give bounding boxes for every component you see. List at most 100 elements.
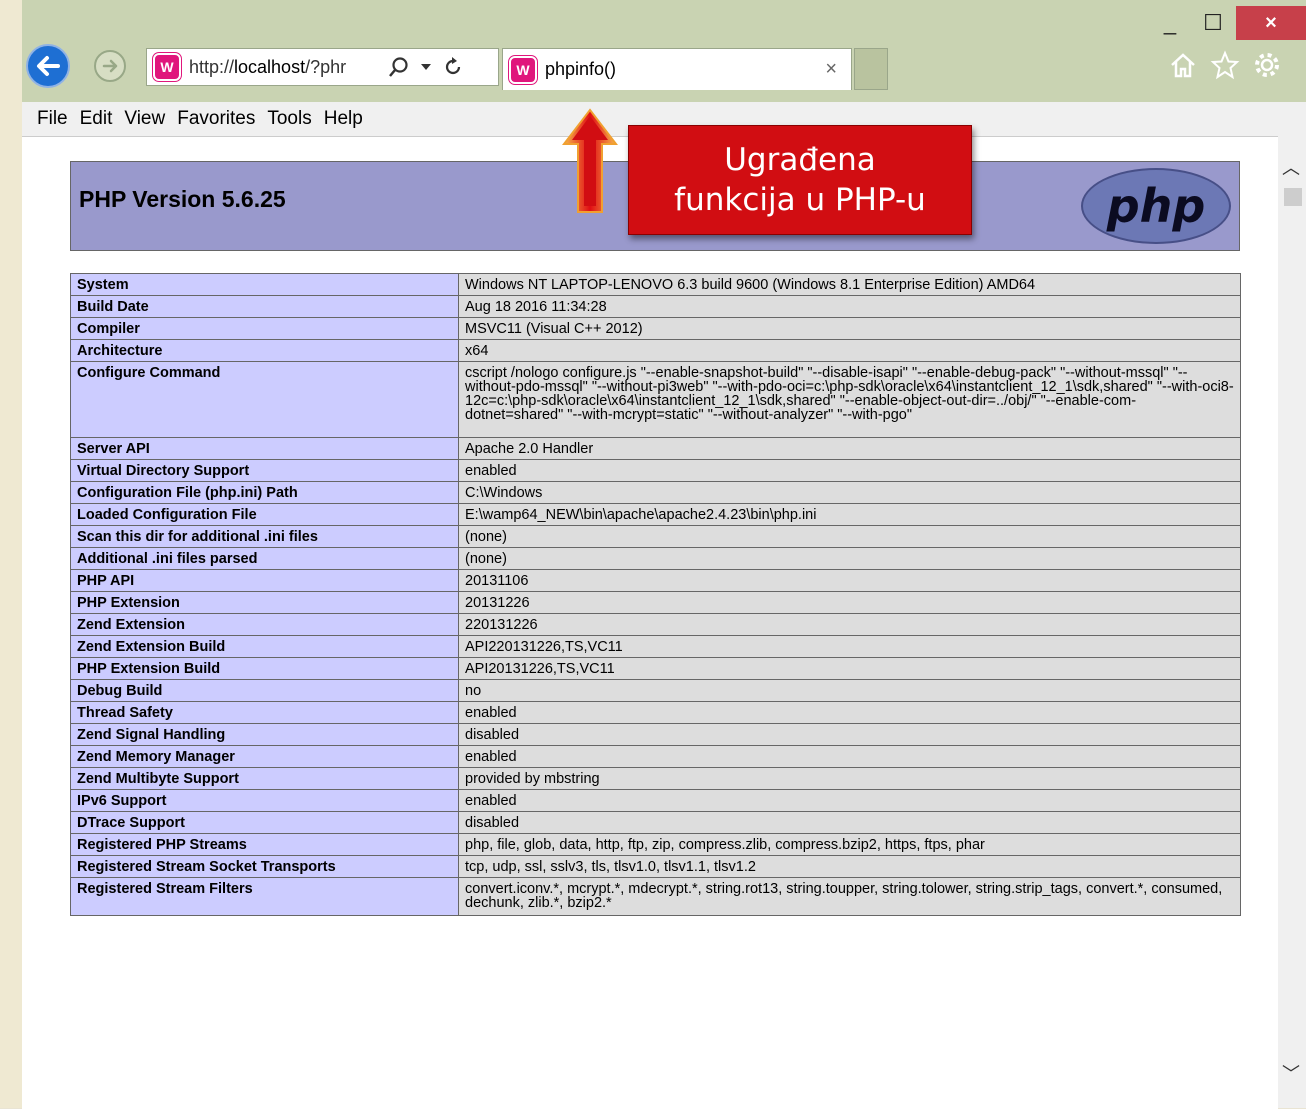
table-row: PHP API 20131106 <box>70 569 1241 592</box>
row-key: Build Date <box>70 295 459 318</box>
table-row: Configure Command cscript /nologo configu… <box>70 361 1241 438</box>
table-row: Debug Build no <box>70 679 1241 702</box>
phpinfo-table: System Windows NT LAPTOP-LENOVO 6.3 build… <box>70 273 1241 916</box>
row-value: (none) <box>458 547 1241 570</box>
row-value: 220131226 <box>458 613 1241 636</box>
scroll-up-icon[interactable]: ︿ <box>1282 154 1300 180</box>
row-key: Virtual Directory Support <box>70 459 459 482</box>
row-value: disabled <box>458 811 1241 834</box>
row-key: Zend Signal Handling <box>70 723 459 746</box>
php-logo: php <box>1081 168 1231 244</box>
scroll-thumb[interactable] <box>1284 188 1302 206</box>
row-key: Zend Extension <box>70 613 459 636</box>
row-value: php, file, glob, data, http, ftp, zip, c… <box>458 833 1241 856</box>
row-key: System <box>70 273 459 296</box>
row-key: DTrace Support <box>70 811 459 834</box>
row-value: enabled <box>458 459 1241 482</box>
forward-arrow-icon <box>102 59 118 73</box>
row-value: disabled <box>458 723 1241 746</box>
table-row: Compiler MSVC11 (Visual C++ 2012) <box>70 317 1241 340</box>
address-url[interactable]: http://localhost/?phr <box>189 57 382 78</box>
table-row: Zend Multibyte Support provided by mbstri… <box>70 767 1241 790</box>
tab-title: phpinfo() <box>545 59 617 79</box>
table-row: Zend Signal Handling disabled <box>70 723 1241 746</box>
menu-tools[interactable]: Tools <box>267 108 311 130</box>
row-key: Configure Command <box>70 361 459 438</box>
annotation-arrow-icon <box>562 108 618 213</box>
table-row: Configuration File (php.ini) Path C:\Wind… <box>70 481 1241 504</box>
table-row: Architecture x64 <box>70 339 1241 362</box>
row-value: (none) <box>458 525 1241 548</box>
row-value: tcp, udp, ssl, sslv3, tls, tlsv1.0, tlsv… <box>458 855 1241 878</box>
search-icon[interactable] <box>388 56 410 78</box>
title-bar: _ ☐ × W http://localhost/?phr W phpinfo(… <box>22 0 1306 102</box>
row-key: Registered Stream Filters <box>70 877 459 916</box>
vertical-scrollbar[interactable]: ︿ ﹀ <box>1278 136 1306 1108</box>
table-row: Zend Extension Build API220131226,TS,VC11 <box>70 635 1241 658</box>
menu-favorites[interactable]: Favorites <box>177 108 255 130</box>
row-key: Registered PHP Streams <box>70 833 459 856</box>
menu-edit[interactable]: Edit <box>80 108 113 130</box>
row-value: no <box>458 679 1241 702</box>
close-window-button[interactable]: × <box>1236 6 1306 40</box>
table-row: Registered Stream Socket Transports tcp, … <box>70 855 1241 878</box>
table-row: IPv6 Support enabled <box>70 789 1241 812</box>
table-row: Zend Extension 220131226 <box>70 613 1241 636</box>
row-value: C:\Windows <box>458 481 1241 504</box>
address-bar[interactable]: W http://localhost/?phr <box>146 48 499 86</box>
row-key: IPv6 Support <box>70 789 459 812</box>
table-row: Thread Safety enabled <box>70 701 1241 724</box>
row-key: Zend Memory Manager <box>70 745 459 768</box>
desktop-left-strip <box>0 0 23 1108</box>
table-row: PHP Extension 20131226 <box>70 591 1241 614</box>
wamp-favicon-icon: W <box>509 55 537 84</box>
table-row: Additional .ini files parsed (none) <box>70 547 1241 570</box>
row-key: Compiler <box>70 317 459 340</box>
menu-view[interactable]: View <box>124 108 165 130</box>
wamp-favicon-icon: W <box>153 53 181 81</box>
table-row: Registered PHP Streams php, file, glob, d… <box>70 833 1241 856</box>
dropdown-arrow-icon[interactable] <box>420 62 432 72</box>
row-value: E:\wamp64_NEW\bin\apache\apache2.4.23\bi… <box>458 503 1241 526</box>
new-tab-button[interactable] <box>854 48 888 90</box>
row-value: Apache 2.0 Handler <box>458 437 1241 460</box>
row-key: Configuration File (php.ini) Path <box>70 481 459 504</box>
close-tab-icon[interactable]: × <box>825 58 837 81</box>
row-value: cscript /nologo configure.js "--enable-s… <box>458 361 1241 438</box>
minimize-button[interactable]: _ <box>1150 6 1190 40</box>
tab-phpinfo[interactable]: W phpinfo() × <box>502 48 852 90</box>
annotation-line-1: Ugrađena <box>724 142 876 178</box>
maximize-button[interactable]: ☐ <box>1190 6 1236 40</box>
row-key: PHP Extension Build <box>70 657 459 680</box>
row-value: API220131226,TS,VC11 <box>458 635 1241 658</box>
table-row: PHP Extension Build API20131226,TS,VC11 <box>70 657 1241 680</box>
row-value: convert.iconv.*, mcrypt.*, mdecrypt.*, s… <box>458 877 1241 916</box>
forward-button[interactable] <box>94 50 126 82</box>
table-row: Registered Stream Filters convert.iconv.*… <box>70 877 1241 916</box>
page-title: PHP Version 5.6.25 <box>79 186 286 212</box>
table-row: DTrace Support disabled <box>70 811 1241 834</box>
table-row: Build Date Aug 18 2016 11:34:28 <box>70 295 1241 318</box>
row-value: provided by mbstring <box>458 767 1241 790</box>
table-row: Scan this dir for additional .ini files(… <box>70 525 1241 548</box>
row-key: Server API <box>70 437 459 460</box>
annotation-callout: Ugrađena funkcija u PHP-u <box>628 125 972 235</box>
refresh-icon[interactable] <box>442 56 464 78</box>
gear-icon[interactable] <box>1252 50 1282 80</box>
row-key: PHP Extension <box>70 591 459 614</box>
row-value: Windows NT LAPTOP-LENOVO 6.3 build 9600 … <box>458 273 1241 296</box>
back-button[interactable] <box>26 44 70 88</box>
row-key: Zend Extension Build <box>70 635 459 658</box>
row-key: Loaded Configuration File <box>70 503 459 526</box>
row-key: PHP API <box>70 569 459 592</box>
row-key: Zend Multibyte Support <box>70 767 459 790</box>
scroll-down-icon[interactable]: ﹀ <box>1282 1060 1300 1086</box>
home-icon[interactable] <box>1168 50 1198 80</box>
menu-file[interactable]: File <box>37 108 68 130</box>
menu-help[interactable]: Help <box>324 108 363 130</box>
row-key: Registered Stream Socket Transports <box>70 855 459 878</box>
favorites-star-icon[interactable] <box>1210 50 1240 80</box>
row-value: MSVC11 (Visual C++ 2012) <box>458 317 1241 340</box>
row-value: 20131106 <box>458 569 1241 592</box>
row-value: x64 <box>458 339 1241 362</box>
